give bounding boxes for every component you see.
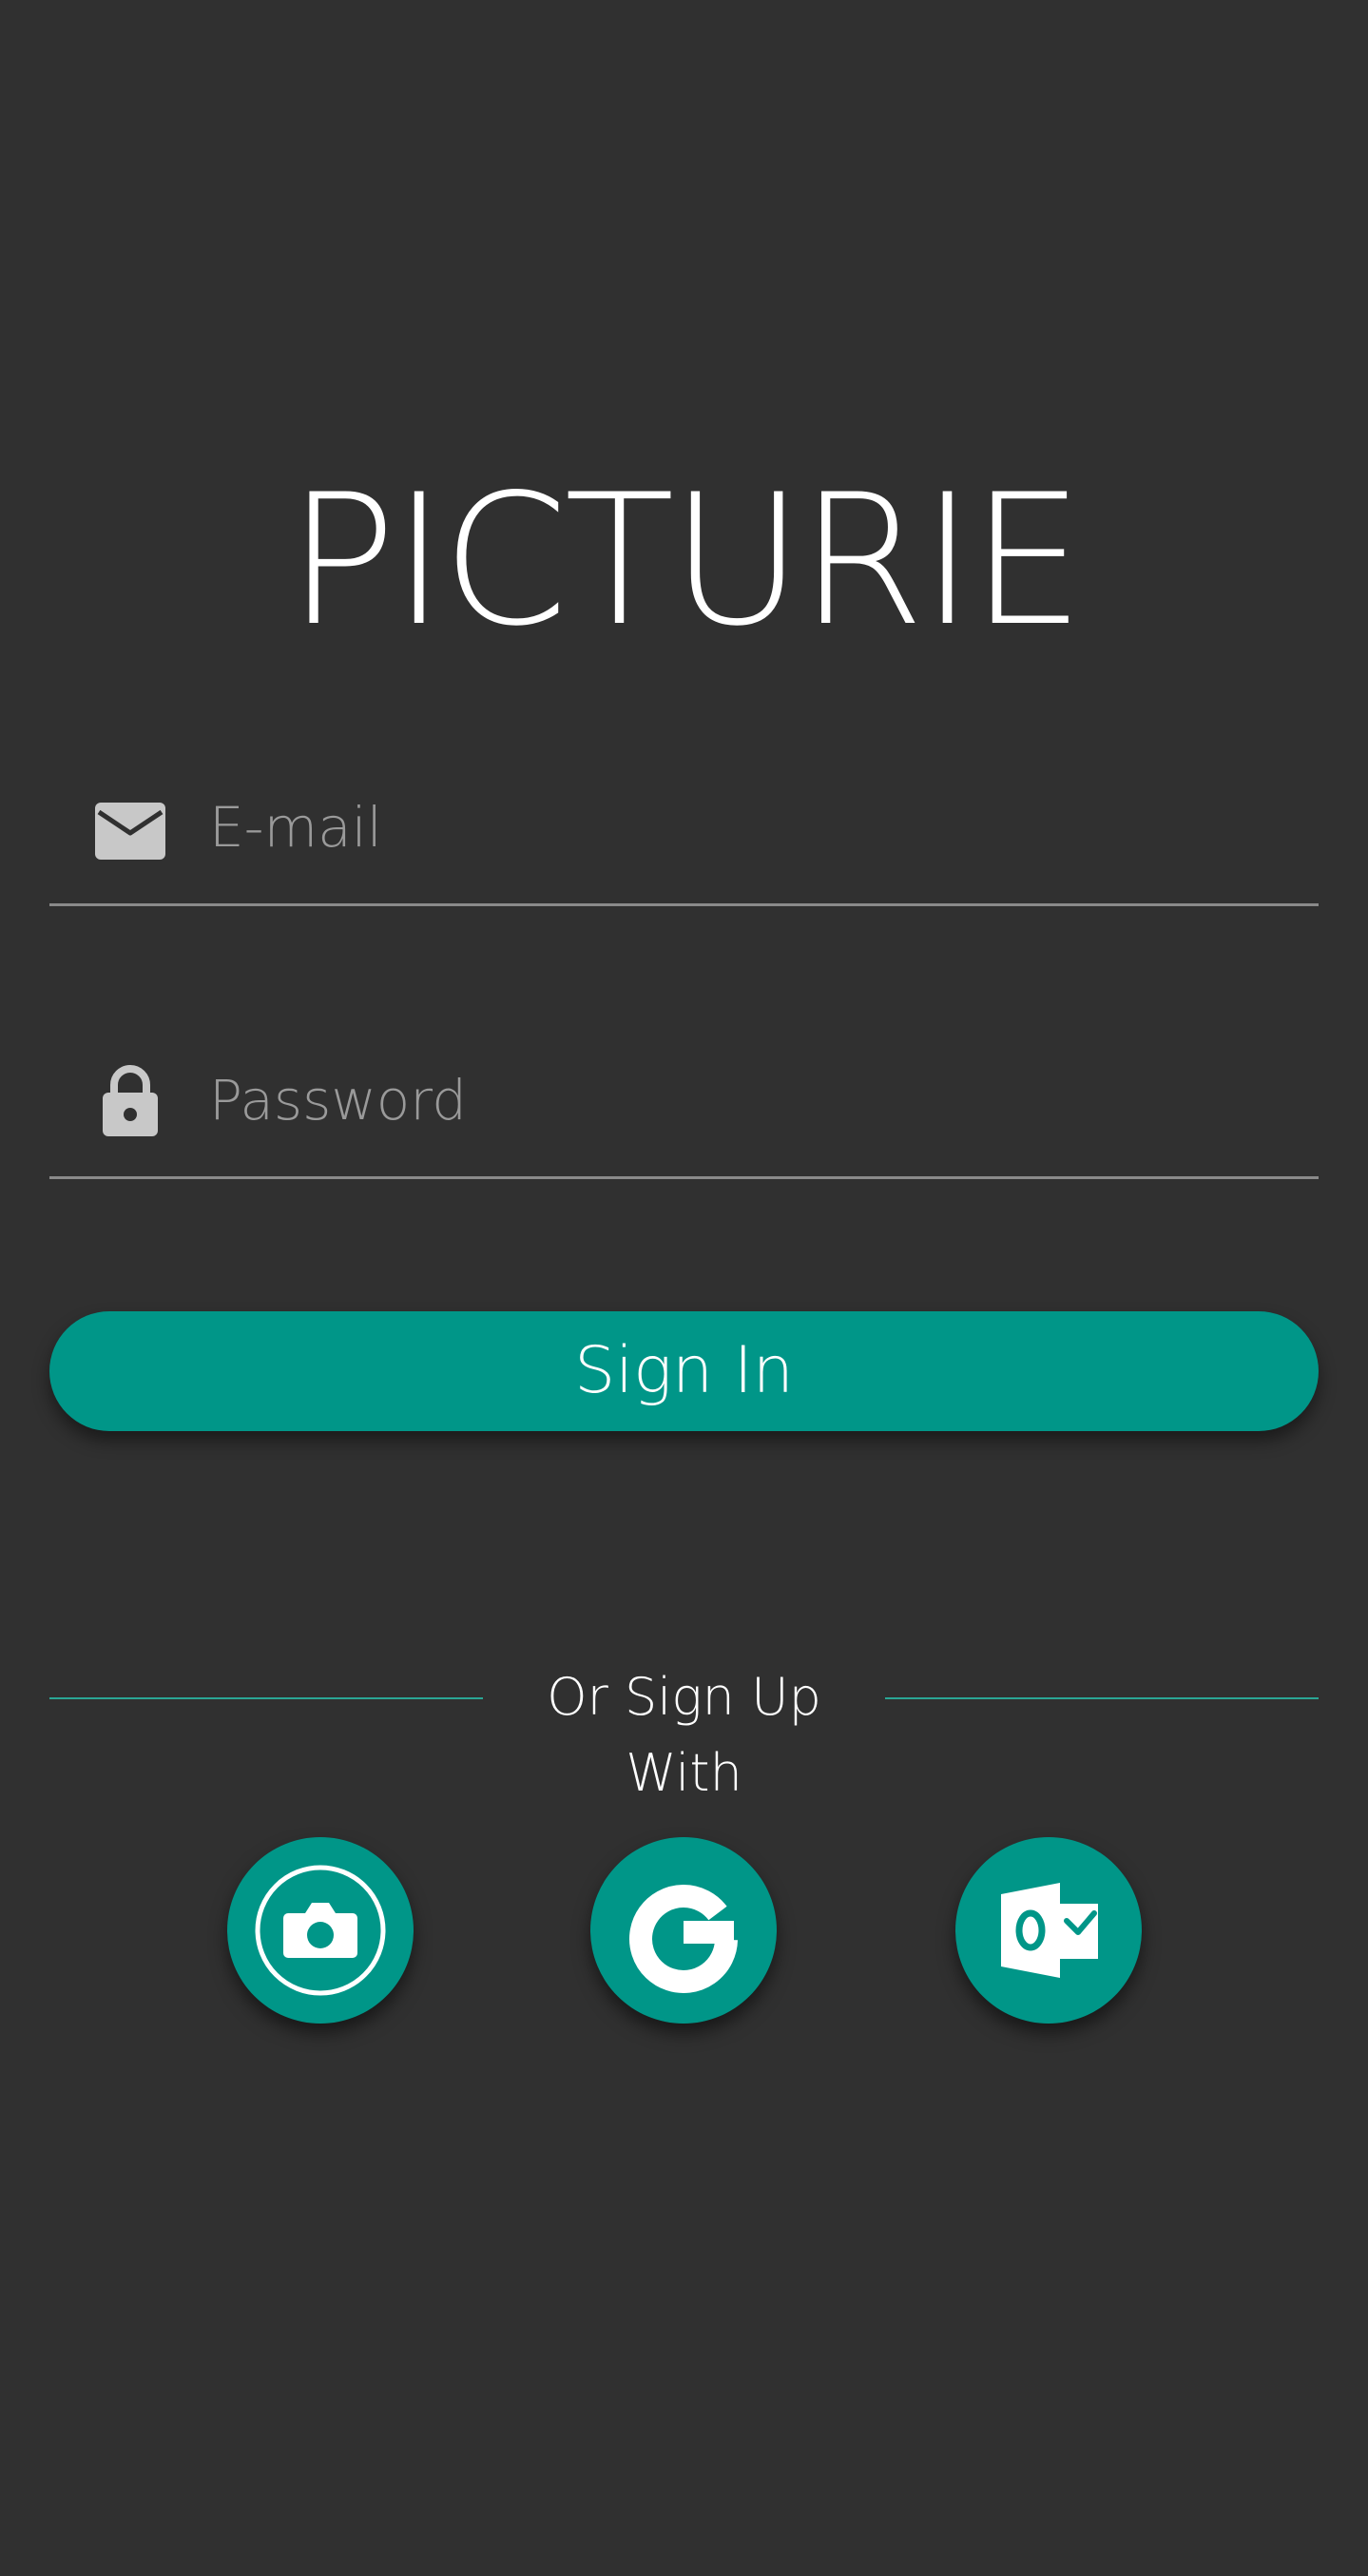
- password-field[interactable]: [49, 1034, 1319, 1179]
- camera-signup-button[interactable]: [227, 1837, 414, 2024]
- outlook-signup-button[interactable]: [955, 1837, 1142, 2024]
- google-signup-button[interactable]: [590, 1837, 777, 2024]
- app-title: PICTURIE: [287, 455, 1085, 666]
- google-icon: [629, 1885, 738, 1993]
- sign-in-button[interactable]: Sign In: [49, 1311, 1319, 1431]
- email-input[interactable]: [209, 789, 1255, 865]
- envelope-icon: [95, 803, 165, 860]
- login-screen: PICTURIE Sign In Or Sign Up With: [0, 0, 1368, 2576]
- outlook-icon: [1001, 1883, 1098, 1978]
- social-divider: Or Sign Up With: [49, 1659, 1319, 1803]
- divider-text: Or Sign Up With: [547, 1667, 821, 1803]
- lock-icon: [103, 1065, 158, 1136]
- password-input[interactable]: [209, 1062, 1255, 1138]
- camera-icon: [255, 1865, 386, 1996]
- email-field[interactable]: [49, 761, 1319, 906]
- divider-line-left: [49, 1697, 483, 1699]
- divider-line-right: [885, 1697, 1319, 1699]
